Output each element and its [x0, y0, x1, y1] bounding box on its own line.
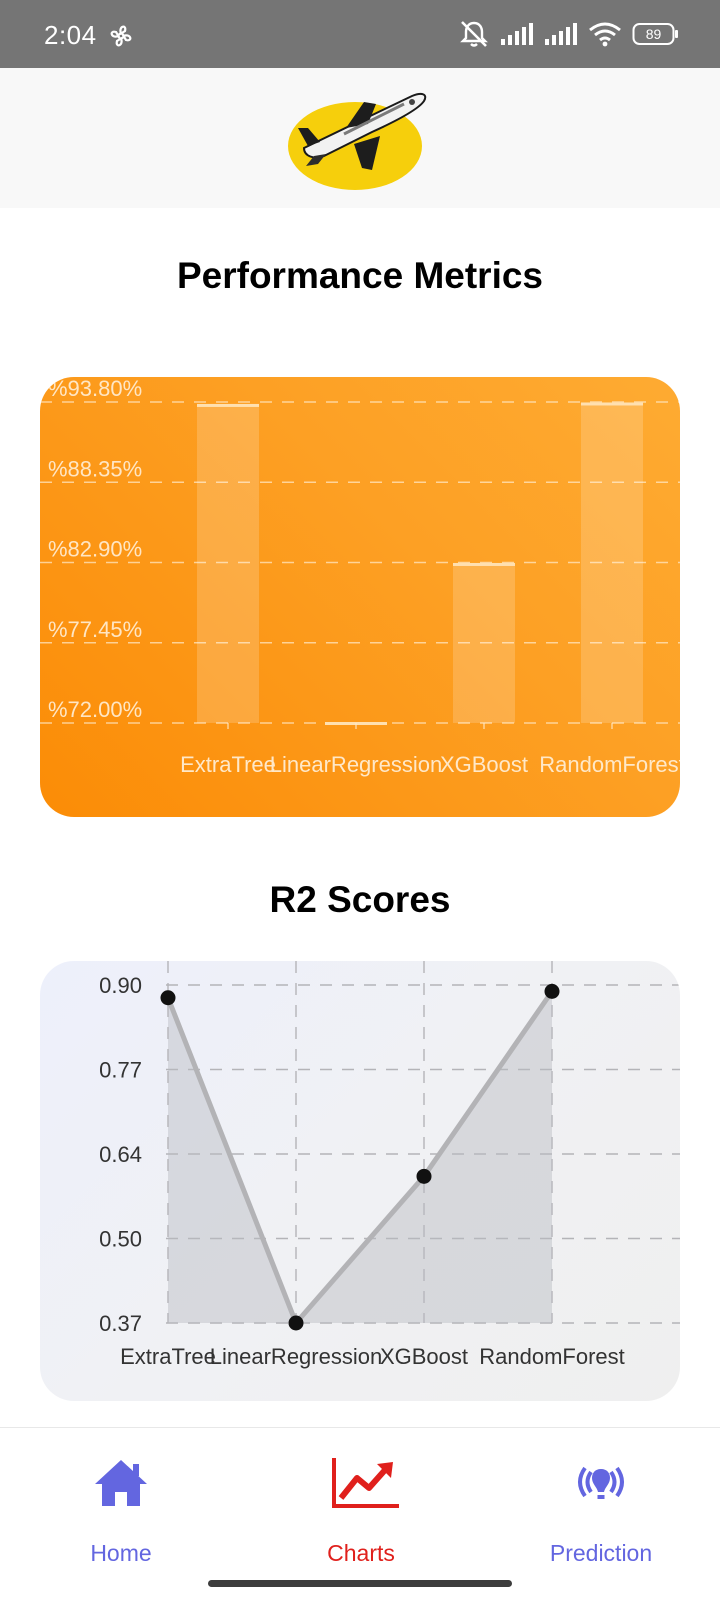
status-icons: 89 — [458, 20, 680, 48]
signal-icon — [545, 23, 577, 45]
y-tick-label: 0.50 — [99, 1227, 142, 1252]
y-tick-label: %93.80% — [48, 377, 142, 401]
data-point — [416, 1168, 432, 1184]
y-tick-label: %72.00% — [48, 697, 142, 722]
y-tick-label: %82.90% — [48, 537, 142, 562]
mute-icon — [460, 21, 488, 47]
x-tick-label: LinearRegression — [270, 752, 442, 777]
x-tick-label: LinearRegression — [210, 1344, 382, 1369]
bar — [581, 403, 643, 723]
bar — [453, 563, 515, 723]
bottom-nav: Home Charts Prediction — [0, 1427, 720, 1600]
home-icon — [95, 1460, 147, 1506]
area-fill — [168, 991, 552, 1323]
airplane-logo — [288, 92, 427, 190]
r2-area-chart: 0.90 0.77 0.64 0.50 0.37 ExtraTreeLinearRegre… — [99, 961, 680, 1369]
fan-icon — [110, 25, 132, 47]
x-tick-label: ExtraTree — [180, 752, 276, 777]
battery-level: 89 — [646, 26, 662, 42]
data-point — [544, 983, 560, 999]
status-bar: 2:04 89 — [0, 0, 720, 68]
x-tick-label: RandomForest — [479, 1344, 625, 1369]
y-tick-label: %77.45% — [48, 617, 142, 642]
nav-home-label: Home — [90, 1540, 152, 1566]
broadcast-icon — [578, 1466, 624, 1499]
x-tick-label: XGBoost — [440, 752, 528, 777]
bar-cap — [453, 562, 515, 566]
wifi-icon — [589, 22, 621, 47]
r2-title: R2 Scores — [269, 879, 451, 920]
bar-cap — [581, 402, 643, 406]
signal-icon — [501, 23, 533, 45]
y-tick-label: 0.77 — [99, 1058, 142, 1083]
bar-cap — [197, 403, 259, 407]
nav-prediction-label: Prediction — [549, 1540, 653, 1566]
y-tick-label: 0.64 — [99, 1142, 142, 1167]
y-tick-label: %88.35% — [48, 456, 142, 481]
r2-chart-card: 0.90 0.77 0.64 0.50 0.37 ExtraTree LinearRegre… — [40, 961, 680, 1401]
nav-charts[interactable]: Charts — [261, 1428, 461, 1578]
y-tick-label: 0.90 — [99, 973, 142, 998]
bar — [197, 404, 259, 723]
performance-title: Performance Metrics — [176, 255, 544, 296]
home-indicator[interactable] — [208, 1580, 512, 1587]
performance-bar-chart: %93.80% %88.35% %82.90% %77.45% %72.00% Extra… — [40, 377, 680, 777]
nav-home[interactable]: Home — [21, 1428, 221, 1578]
x-tick-label: XGBoost — [380, 1344, 468, 1369]
nav-charts-label: Charts — [327, 1540, 395, 1566]
y-tick-label: 0.37 — [99, 1311, 142, 1336]
battery-icon: 89 — [632, 23, 678, 45]
x-tick-label: RandomForest — [539, 752, 680, 777]
chart-icon — [332, 1458, 399, 1508]
data-point — [288, 1315, 304, 1331]
nav-prediction[interactable]: Prediction — [501, 1428, 701, 1578]
status-time: 2:04 — [44, 20, 97, 50]
x-tick-label: ExtraTree — [120, 1344, 216, 1369]
app-header — [0, 68, 720, 208]
data-point — [160, 990, 176, 1006]
performance-chart-card: %93.80% %88.35% %82.90% %77.45% %72.00% Extra… — [40, 377, 680, 817]
